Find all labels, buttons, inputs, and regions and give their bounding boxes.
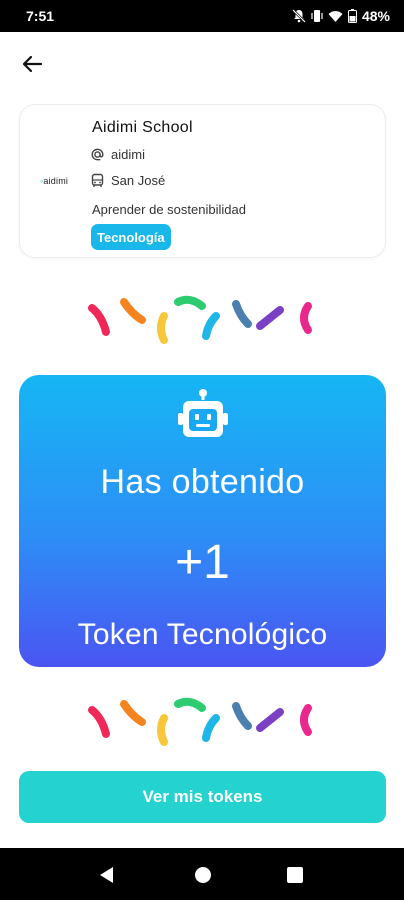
school-card[interactable]: ◦aidimi Aidimi School aidimi San José Ap… <box>19 104 386 258</box>
nav-recents-icon[interactable] <box>284 864 306 886</box>
nav-home-icon[interactable] <box>192 864 214 886</box>
battery-percent: 48% <box>361 8 390 24</box>
nav-back-icon[interactable] <box>96 864 118 886</box>
vibrate-icon <box>311 10 323 22</box>
view-tokens-button[interactable]: Ver mis tokens <box>19 771 386 823</box>
category-badge: Tecnología <box>91 224 171 250</box>
confetti-piece <box>256 306 284 330</box>
battery-icon <box>347 9 357 23</box>
confetti-piece <box>174 295 206 310</box>
confetti-piece <box>157 312 168 344</box>
school-description: Aprender de sostenibilidad <box>92 202 246 217</box>
confetti-decoration-bottom <box>88 697 312 746</box>
school-location: San José <box>111 173 166 188</box>
school-location-row: San José <box>90 173 165 188</box>
back-button[interactable] <box>14 46 50 82</box>
wifi-icon <box>328 10 343 22</box>
confetti-piece <box>202 714 220 742</box>
school-name: Aidimi School <box>92 119 193 136</box>
navigation-bar <box>0 848 404 900</box>
confetti-piece <box>232 702 252 730</box>
status-bar: 7:51 48% <box>0 0 404 32</box>
confetti-piece <box>88 304 110 336</box>
at-icon <box>91 148 104 161</box>
confetti-piece <box>300 704 312 736</box>
confetti-piece <box>300 302 312 334</box>
bus-icon <box>91 173 104 187</box>
token-reward-card: Has obtenido +1 Token Tecnológico <box>19 375 386 667</box>
robot-icon <box>178 389 228 437</box>
confetti-piece <box>256 708 284 732</box>
notifications-off-icon <box>292 9 306 23</box>
reward-amount: +1 <box>175 536 230 589</box>
confetti-piece <box>88 706 110 738</box>
confetti-piece <box>120 298 146 324</box>
school-handle: aidimi <box>111 147 145 162</box>
reward-title: Has obtenido <box>100 463 305 501</box>
school-handle-row: aidimi <box>90 147 145 162</box>
confetti-piece <box>202 312 220 340</box>
status-icons: 48% <box>292 8 390 24</box>
confetti-piece <box>232 300 252 328</box>
reward-token-type: Token Tecnológico <box>77 618 328 651</box>
school-logo: ◦aidimi <box>40 176 69 186</box>
confetti-piece <box>157 714 168 746</box>
confetti-decoration-top <box>88 295 312 344</box>
confetti-piece <box>174 697 206 712</box>
arrow-left-icon <box>22 55 43 73</box>
confetti-piece <box>120 700 146 726</box>
status-time: 7:51 <box>26 8 55 24</box>
